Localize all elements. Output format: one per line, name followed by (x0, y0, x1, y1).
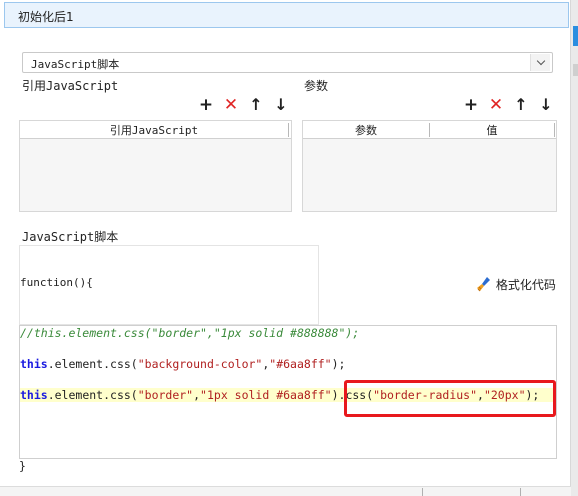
function-header: function(){ (20, 276, 93, 289)
code-string: "1px solid #6aa8ff" (200, 388, 332, 402)
code-text: ); (331, 357, 346, 371)
script-type-select[interactable]: JavaScript脚本 (22, 52, 553, 73)
format-code-button[interactable]: 格式化代码 (476, 276, 556, 293)
code-text: , (193, 388, 201, 402)
col-separator (288, 123, 289, 137)
code-keyword: this (20, 388, 48, 402)
broom-icon (477, 277, 490, 292)
script-type-value: JavaScript脚本 (31, 58, 120, 71)
code-string: "background-color" (137, 357, 263, 371)
code-string: "border" (137, 388, 194, 402)
ref-section-label: 引用JavaScript (22, 79, 119, 93)
move-up-param-arrow-up-icon[interactable]: ↑ (512, 96, 530, 114)
scrollbar-thumb[interactable] (573, 26, 578, 46)
divider (422, 488, 423, 496)
ref-grid-header: 引用JavaScript (20, 121, 291, 139)
add-ref-plus-icon[interactable]: + (197, 96, 215, 114)
move-down-param-arrow-down-icon[interactable]: ↓ (537, 96, 555, 114)
highlight-annotation-box (344, 380, 556, 417)
move-up-ref-arrow-up-icon[interactable]: ↑ (247, 96, 265, 114)
bottom-bar (0, 486, 571, 496)
delete-param-icon[interactable]: ✕ (487, 96, 505, 114)
code-text: .element.css( (47, 388, 138, 402)
add-param-plus-icon[interactable]: + (462, 96, 480, 114)
delete-ref-icon[interactable]: ✕ (222, 96, 240, 114)
code-line-2: this.element.css("background-color","#6a… (20, 357, 345, 371)
dialog-title: 初始化后1 (18, 10, 74, 24)
value-col-header: 值 (486, 124, 498, 137)
script-section-label: JavaScript脚本 (22, 230, 119, 244)
ref-col-header: 引用JavaScript (109, 124, 199, 137)
code-line-1: //this.element.css("border","1px solid #… (20, 326, 360, 340)
param-grid-header: 参数 值 (303, 121, 556, 139)
ref-grid[interactable]: 引用JavaScript (19, 120, 292, 212)
dialog-panel: 初始化后1 JavaScript脚本 引用JavaScript 参数 + ✕ ↑… (0, 0, 571, 496)
col-separator (554, 123, 555, 137)
right-scrollbar[interactable] (571, 0, 578, 496)
scrollbar-track-mark (573, 64, 578, 76)
code-text: .element.css( (47, 357, 138, 371)
param-col-header: 参数 (355, 124, 377, 137)
code-keyword: this (20, 357, 48, 371)
param-section-label: 参数 (304, 79, 329, 93)
function-closing-brace: } (19, 459, 26, 473)
param-grid[interactable]: 参数 值 (302, 120, 557, 212)
dialog-title-bar: 初始化后1 (4, 2, 569, 28)
move-down-ref-arrow-down-icon[interactable]: ↓ (272, 96, 290, 114)
divider (520, 488, 521, 496)
format-code-label: 格式化代码 (495, 278, 556, 292)
chevron-down-icon[interactable] (530, 54, 550, 71)
code-string: "#6aa8ff" (269, 357, 332, 371)
